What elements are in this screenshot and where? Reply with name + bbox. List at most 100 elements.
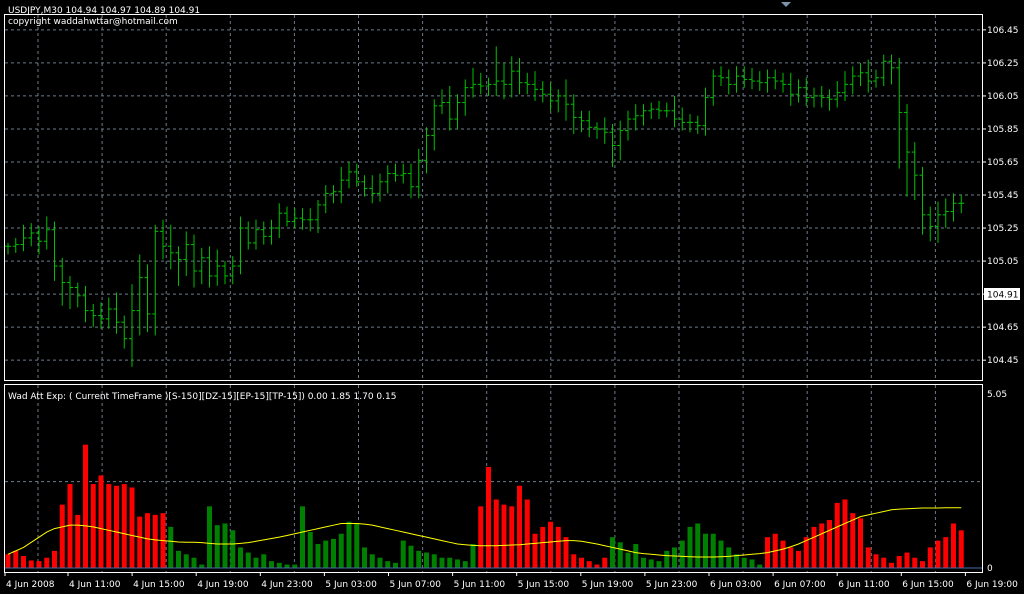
histogram-bar <box>369 554 375 568</box>
histogram-bar <box>276 562 282 568</box>
indicator-label: Wad Att Exp: ( Current TimeFrame )[S-150… <box>8 392 396 402</box>
histogram-bar <box>470 544 476 568</box>
histogram-bar <box>517 485 522 568</box>
histogram-bar <box>858 518 863 568</box>
histogram-bar <box>214 525 220 568</box>
histogram-bar <box>811 526 817 568</box>
histogram-bar <box>168 526 174 568</box>
histogram-bar <box>881 557 887 568</box>
histogram-bar <box>695 523 701 568</box>
histogram-bar <box>269 561 274 568</box>
histogram-bar <box>98 475 104 568</box>
histogram-bar <box>501 504 507 568</box>
histogram-bar <box>664 550 670 568</box>
histogram-bar <box>873 554 879 568</box>
histogram-bar <box>284 564 290 568</box>
histogram-bar <box>338 533 344 568</box>
indicator-tick-label: 0 <box>987 564 993 574</box>
histogram-bar <box>176 550 181 568</box>
histogram-bar <box>346 521 352 568</box>
histogram-bar <box>199 564 205 568</box>
histogram-bar <box>749 559 755 568</box>
histogram-bar <box>152 514 158 568</box>
price-tick-label: 105.65 <box>987 158 1019 168</box>
histogram-bar <box>36 561 42 568</box>
histogram-bar <box>687 526 693 568</box>
histogram-bar <box>710 533 716 568</box>
histogram-bar <box>524 499 530 568</box>
histogram-bar <box>757 564 763 568</box>
histogram-bar <box>207 506 212 568</box>
histogram-bar <box>617 542 623 568</box>
histogram-bar <box>292 564 298 568</box>
time-tick-label: 5 Jun 15:00 <box>518 580 570 590</box>
histogram-bar <box>354 523 360 568</box>
time-tick-label: 4 Jun 23:00 <box>261 580 313 590</box>
histogram-bar <box>191 557 197 568</box>
histogram-bar <box>920 561 925 568</box>
histogram-bar <box>548 521 553 568</box>
time-tick-label: 4 Jun 15:00 <box>133 580 185 590</box>
time-tick-label: 6 Jun 03:00 <box>710 580 762 590</box>
histogram-bar <box>610 537 615 568</box>
histogram-bar <box>927 547 933 568</box>
histogram-bar <box>261 554 267 568</box>
time-tick-label: 5 Jun 11:00 <box>454 580 506 590</box>
histogram-bar <box>656 561 662 568</box>
histogram-bar <box>509 506 515 568</box>
histogram-bar <box>579 557 584 568</box>
histogram-bar <box>478 506 484 568</box>
time-tick-label: 5 Jun 23:00 <box>646 580 698 590</box>
histogram-bar <box>679 540 685 568</box>
price-tick-label: 105.45 <box>987 191 1019 201</box>
histogram-bar <box>788 547 794 568</box>
histogram-bar <box>408 545 414 568</box>
histogram-bar <box>625 552 631 568</box>
time-tick-label: 6 Jun 11:00 <box>838 580 890 590</box>
histogram-bar <box>377 557 383 568</box>
histogram-bar <box>183 554 189 568</box>
histogram-bar <box>896 556 902 568</box>
time-tick-label: 4 Jun 19:00 <box>197 580 249 590</box>
histogram-bar <box>633 544 639 568</box>
histogram-bar <box>904 552 910 568</box>
histogram-bar <box>943 537 949 568</box>
histogram-bar <box>300 506 305 568</box>
histogram-bar <box>129 487 135 568</box>
histogram-bar <box>222 523 228 568</box>
price-tick-label: 105.85 <box>987 125 1019 135</box>
price-tick-label: 106.05 <box>987 92 1019 102</box>
histogram-bar <box>648 559 654 568</box>
histogram-bar <box>385 561 391 568</box>
histogram-bar <box>362 547 367 568</box>
histogram-bar <box>121 484 127 568</box>
histogram-bar <box>245 552 251 568</box>
histogram-bar <box>416 550 422 568</box>
histogram-bar <box>44 557 50 568</box>
time-tick-label: 4 Jun 11:00 <box>69 580 121 590</box>
histogram-bar <box>734 554 739 568</box>
current-price-label: 104.91 <box>987 291 1019 301</box>
histogram-bar <box>796 550 801 568</box>
histogram-bar <box>114 485 119 568</box>
histogram-bar <box>462 561 468 568</box>
histogram-bar <box>532 533 538 568</box>
histogram-bar <box>253 557 259 568</box>
histogram-bar <box>75 514 81 568</box>
histogram-bar <box>13 550 19 568</box>
price-tick-label: 105.25 <box>987 224 1019 234</box>
price-tick-label: 106.45 <box>987 26 1019 36</box>
histogram-bar <box>726 547 732 568</box>
histogram-bar <box>323 540 329 568</box>
histogram-bar <box>672 547 677 568</box>
indicator-tick-label: 5.05 <box>987 390 1007 400</box>
histogram-bar <box>602 557 608 568</box>
histogram-bar <box>315 544 321 568</box>
time-tick-label: 6 Jun 07:00 <box>774 580 826 590</box>
chart: 106.45 106.25 106.05 105.85 105.65 105.45 105.… <box>0 0 1024 594</box>
histogram-bar <box>935 540 941 568</box>
histogram-bar <box>447 557 453 568</box>
histogram-bar <box>555 526 561 568</box>
histogram-bar <box>424 552 429 568</box>
histogram-bar <box>571 554 577 568</box>
